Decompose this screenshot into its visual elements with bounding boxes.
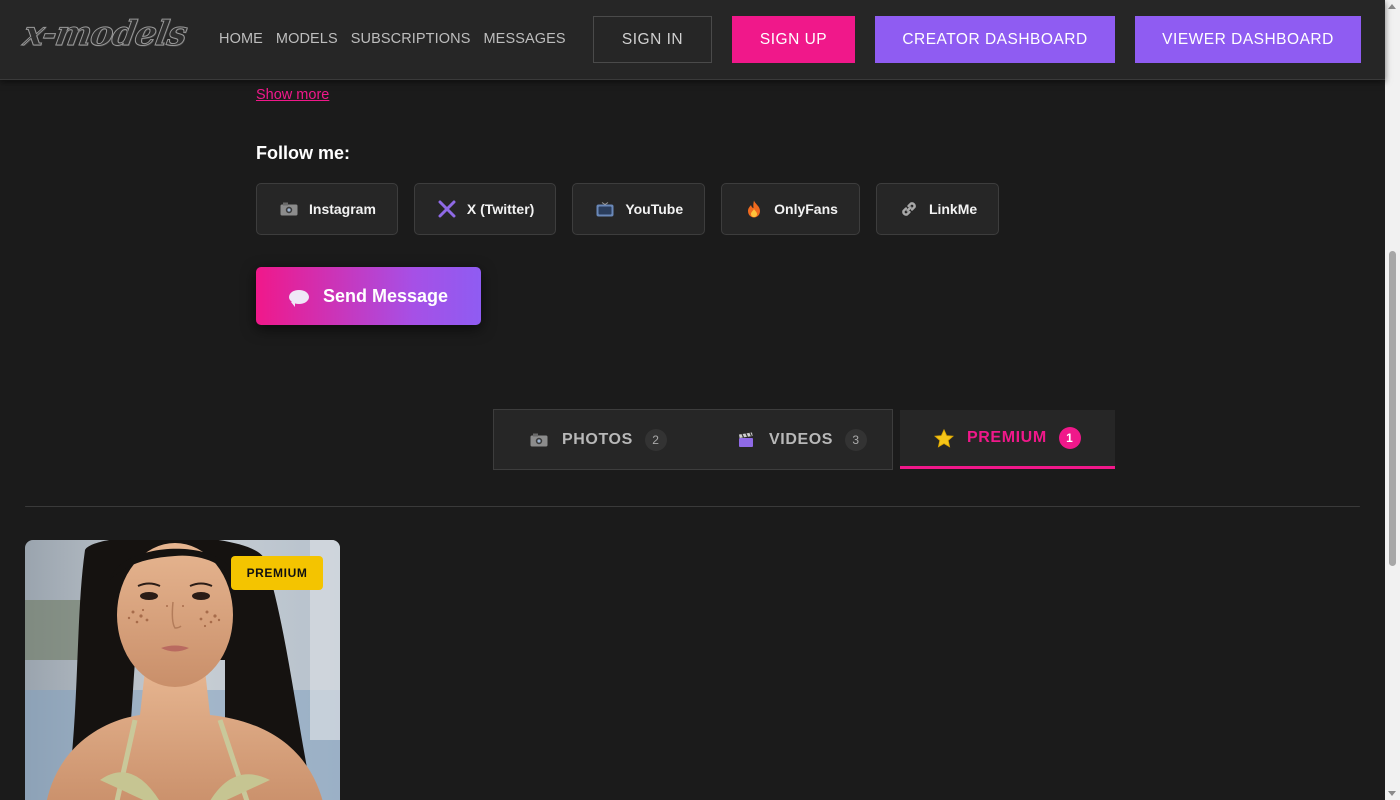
speech-bubble-icon [288,290,309,307]
send-message-button[interactable]: Send Message [256,267,481,325]
social-label: Instagram [309,201,376,217]
content-tabs: PHOTOS 2 VIDEOS 3 [493,409,893,470]
viewer-dashboard-button[interactable]: VIEWER DASHBOARD [1135,16,1361,63]
tab-count: 1 [1058,427,1081,449]
creator-dashboard-button[interactable]: CREATOR DASHBOARD [875,16,1115,63]
sign-in-button[interactable]: SIGN IN [593,16,712,63]
tab-label: PHOTOS [562,430,633,448]
premium-badge: PREMIUM [231,556,323,590]
link-icon [899,199,919,219]
social-instagram-button[interactable]: Instagram [256,183,398,235]
nav-home[interactable]: HOME [219,31,263,47]
follow-me-heading: Follow me: [256,143,350,163]
scroll-down-arrow-icon[interactable] [1388,791,1396,796]
tab-videos[interactable]: VIDEOS 3 [735,410,868,469]
premium-content-card[interactable]: PREMIUM [25,540,340,800]
social-onlyfans-button[interactable]: OnlyFans [721,183,860,235]
social-links: Instagram X (Twitter) YouTube OnlyFans L… [256,183,1000,235]
star-icon [933,428,955,448]
tv-icon [595,199,615,219]
social-x-button[interactable]: X (Twitter) [413,183,557,235]
tab-photos[interactable]: PHOTOS 2 [528,410,667,469]
tab-count: 3 [845,428,868,451]
tab-label: PREMIUM [967,429,1047,446]
tab-premium[interactable]: PREMIUM 1 [900,410,1115,469]
tab-label: VIDEOS [769,430,834,448]
sign-up-button[interactable]: SIGN UP [732,16,855,63]
nav-models[interactable]: MODELS [276,31,338,47]
show-more-link[interactable]: Show more [256,87,329,103]
scroll-up-arrow-icon[interactable] [1388,4,1396,9]
social-label: LinkMe [928,201,978,217]
scrollbar-thumb[interactable] [1389,251,1396,566]
social-youtube-button[interactable]: YouTube [572,183,706,235]
tabs-divider [25,506,1360,507]
nav-subscriptions[interactable]: SUBSCRIPTIONS [351,31,471,47]
social-linkme-button[interactable]: LinkMe [875,183,1000,235]
send-message-label: Send Message [322,285,449,306]
x-icon [437,199,457,219]
social-label: YouTube [625,201,684,217]
clapper-icon [735,432,757,448]
camera-icon [279,199,299,219]
social-label: OnlyFans [774,201,838,217]
main-nav: HOME MODELS SUBSCRIPTIONS MESSAGES [219,31,566,47]
site-header: x-models HOME MODELS SUBSCRIPTIONS MESSA… [0,0,1385,80]
fire-icon [744,199,764,219]
page-scrollbar[interactable] [1385,0,1400,800]
camera-icon [528,433,550,447]
nav-messages[interactable]: MESSAGES [484,31,566,47]
social-label: X (Twitter) [466,201,535,217]
tab-count: 2 [644,428,667,451]
site-logo[interactable]: x-models [20,14,190,55]
